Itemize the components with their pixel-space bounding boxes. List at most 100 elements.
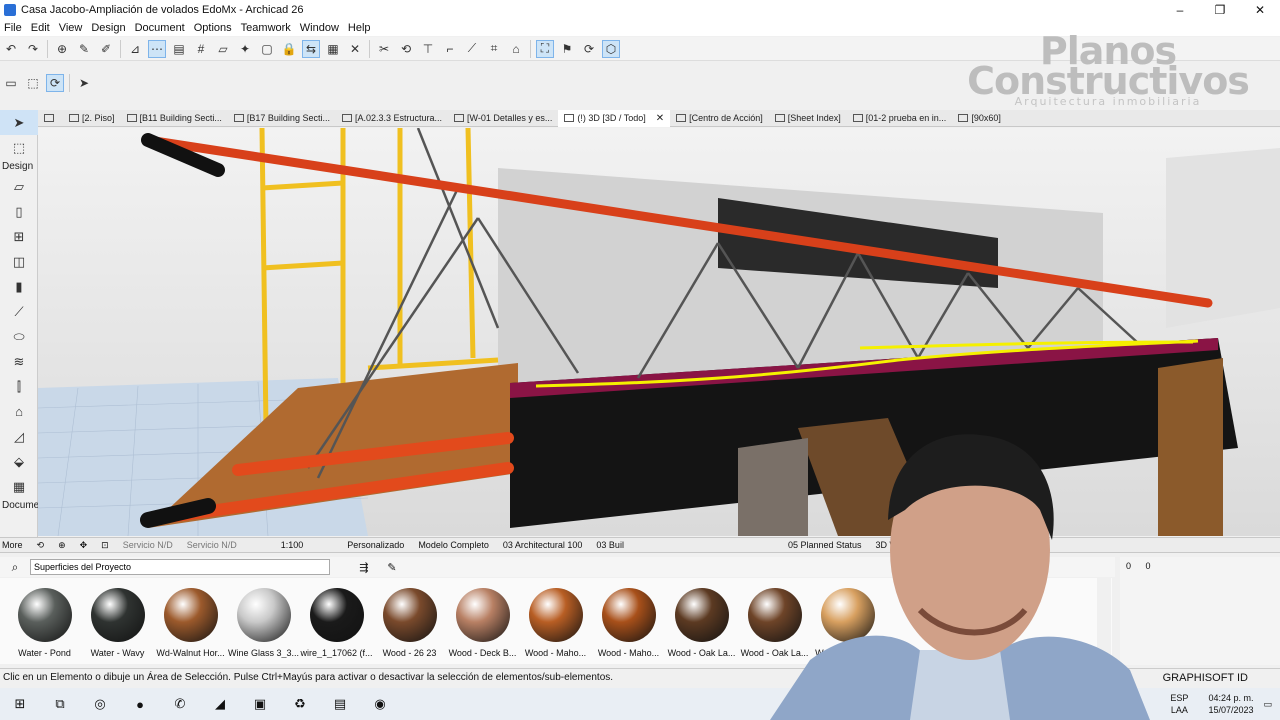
layer-combination-icon[interactable]: ▤ — [170, 40, 188, 58]
clock[interactable]: 04:24 p. m. 15/07/2023 — [1208, 692, 1253, 716]
surface-search-input[interactable] — [30, 559, 330, 575]
undo-icon[interactable]: ↶ — [2, 40, 20, 58]
graphisoft-id[interactable]: GRAPHISOFT ID — [1163, 672, 1248, 684]
menu-teamwork[interactable]: Teamwork — [241, 22, 291, 34]
trim-icon[interactable]: ⌗ — [485, 40, 503, 58]
surface-item[interactable]: Water - Wavy — [81, 588, 154, 658]
window-tool-icon[interactable]: ⊞ — [0, 224, 38, 249]
scissors-icon[interactable]: ✂ — [375, 40, 393, 58]
model-view-options[interactable]: Modelo Completo — [418, 540, 489, 550]
tab-01-2[interactable]: [01-2 prueba en in... — [847, 110, 953, 127]
adjust-icon[interactable]: ⊤ — [419, 40, 437, 58]
shell-tool-icon[interactable]: ◿ — [0, 424, 38, 449]
surface-item[interactable]: wire_1_17062 (f... — [300, 588, 373, 658]
roof-tool-icon[interactable]: ⌂ — [0, 399, 38, 424]
surface-item[interactable]: Wood - Oak La... — [665, 588, 738, 658]
close-tab-icon[interactable]: ✕ — [656, 113, 664, 124]
tab-2-piso[interactable]: [2. Piso] — [63, 110, 121, 127]
offset-icon[interactable]: ⟋ — [463, 40, 481, 58]
beam-tool-icon[interactable]: ⟋ — [0, 299, 38, 324]
surface-item[interactable]: Wd-Walnut Hor... — [154, 588, 227, 658]
camtasia-icon[interactable]: ▤ — [326, 692, 354, 716]
door-tool-icon[interactable]: ▯ — [0, 199, 38, 224]
roof-icon[interactable]: ⌂ — [507, 40, 525, 58]
minimize-button[interactable]: – — [1160, 0, 1200, 20]
dimension-standard[interactable]: 03 Buil — [596, 540, 624, 550]
archicad-taskbar-icon[interactable]: ◢ — [206, 692, 234, 716]
flag-icon[interactable]: ⚑ — [558, 40, 576, 58]
3d-view-mode-icon[interactable]: ⬡ — [602, 39, 620, 58]
redo-icon[interactable]: ↷ — [24, 40, 42, 58]
surface-item[interactable]: Wood - Deck B... — [446, 588, 519, 658]
surface-item[interactable]: Wood - 26 23 — [373, 588, 446, 658]
suspend-groups-icon[interactable]: ▱ — [214, 40, 232, 58]
rotate-icon[interactable]: ⟲ — [397, 40, 415, 58]
menu-window[interactable]: Window — [300, 22, 339, 34]
menu-options[interactable]: Options — [194, 22, 232, 34]
servicio-2[interactable]: Servicio N/D — [187, 540, 237, 550]
windows-start-icon[interactable]: ⊞ — [6, 692, 34, 716]
menu-help[interactable]: Help — [348, 22, 371, 34]
tab-sheet-index[interactable]: [Sheet Index] — [769, 110, 847, 127]
guide-lines-icon[interactable]: ⋯ — [148, 39, 166, 58]
trace-icon[interactable]: ⇆ — [302, 39, 320, 58]
menu-file[interactable]: File — [4, 22, 22, 34]
fit-window-icon[interactable]: ⛶ — [536, 39, 554, 58]
menu-document[interactable]: Document — [135, 22, 185, 34]
menu-edit[interactable]: Edit — [31, 22, 50, 34]
surface-item[interactable]: Water - Pond — [8, 588, 81, 658]
refresh-icon[interactable]: ⟳ — [580, 40, 598, 58]
chrome-icon[interactable]: ● — [126, 692, 154, 716]
tab-overview[interactable] — [38, 110, 63, 127]
slab-tool-icon[interactable]: ⬭ — [0, 324, 38, 349]
tab-a0233[interactable]: [A.02.3.3 Estructura... — [336, 110, 448, 127]
tab-b11[interactable]: [B11 Building Secti... — [121, 110, 228, 127]
more-label[interactable]: More — [2, 540, 23, 550]
wall-tool-icon[interactable]: ▱ — [0, 174, 38, 199]
close-button[interactable]: ✕ — [1240, 0, 1280, 20]
recorder-icon[interactable]: ◉ — [366, 692, 394, 716]
recycle-icon[interactable]: ♻ — [286, 692, 314, 716]
fit-zoom-icon[interactable]: ⊡ — [101, 540, 109, 551]
tab-3d[interactable]: (!) 3D [3D / Todo] ✕ — [558, 109, 671, 127]
tab-90x60[interactable]: [90x60] — [952, 110, 1007, 127]
explorer-icon[interactable]: ▣ — [246, 692, 274, 716]
curtain-wall-tool-icon[interactable]: ▦ — [0, 474, 38, 499]
tab-b17[interactable]: [B17 Building Secti... — [228, 110, 336, 127]
task-view-icon[interactable]: ⧉ — [46, 692, 74, 716]
surface-item[interactable]: Wood - Maho... — [592, 588, 665, 658]
orbit-mode-icon[interactable]: ✥ — [80, 540, 88, 551]
object-tool-icon[interactable]: ◫ — [0, 249, 38, 274]
menu-view[interactable]: View — [59, 22, 83, 34]
pick-up-parameters-icon[interactable]: ⊕ — [53, 40, 71, 58]
renovation-icon[interactable]: ▦ — [324, 40, 342, 58]
intersect-icon[interactable]: ⌐ — [441, 40, 459, 58]
whatsapp-icon[interactable]: ✆ — [166, 692, 194, 716]
clear-icon[interactable]: ✕ — [346, 40, 364, 58]
surface-item[interactable]: Wood - Maho... — [519, 588, 592, 658]
tab-centro[interactable]: [Centro de Acción] — [670, 110, 769, 127]
restore-button[interactable]: ❐ — [1200, 0, 1240, 20]
morph-tool-icon[interactable]: ⬙ — [0, 449, 38, 474]
tab-w01[interactable]: [W-01 Detalles y es... — [448, 110, 558, 127]
zoom-in-icon[interactable]: ⊕ — [58, 540, 66, 551]
fill-icon[interactable]: ▢ — [258, 40, 276, 58]
surface-filter-icon[interactable]: ⇶ — [350, 561, 378, 574]
notifications-icon[interactable]: ▭ — [1263, 699, 1272, 710]
graphic-override[interactable]: Personalizado — [347, 540, 404, 550]
column-tool-icon[interactable]: ▮ — [0, 274, 38, 299]
app-icon[interactable]: ◎ — [86, 692, 114, 716]
pointer-icon[interactable]: ➤ — [75, 74, 93, 92]
undo-view-icon[interactable]: ⟲ — [37, 540, 45, 551]
snap-guide-icon[interactable]: ⊿ — [126, 40, 144, 58]
marquee-icon[interactable]: ⬚ — [24, 74, 42, 92]
language-indicator[interactable]: ESP LAA — [1170, 692, 1188, 716]
scale-value[interactable]: 1:100 — [281, 540, 304, 550]
lock-icon[interactable]: 🔒 — [280, 40, 298, 58]
orbit-icon[interactable]: ⟳ — [46, 74, 64, 92]
stair-tool-icon[interactable]: ≋ — [0, 349, 38, 374]
magic-wand-icon[interactable]: ✦ — [236, 40, 254, 58]
arrow-tool-icon[interactable]: ➤ — [0, 110, 38, 135]
surface-edit-icon[interactable]: ✎ — [378, 561, 406, 574]
inject-icon[interactable]: ✐ — [97, 40, 115, 58]
